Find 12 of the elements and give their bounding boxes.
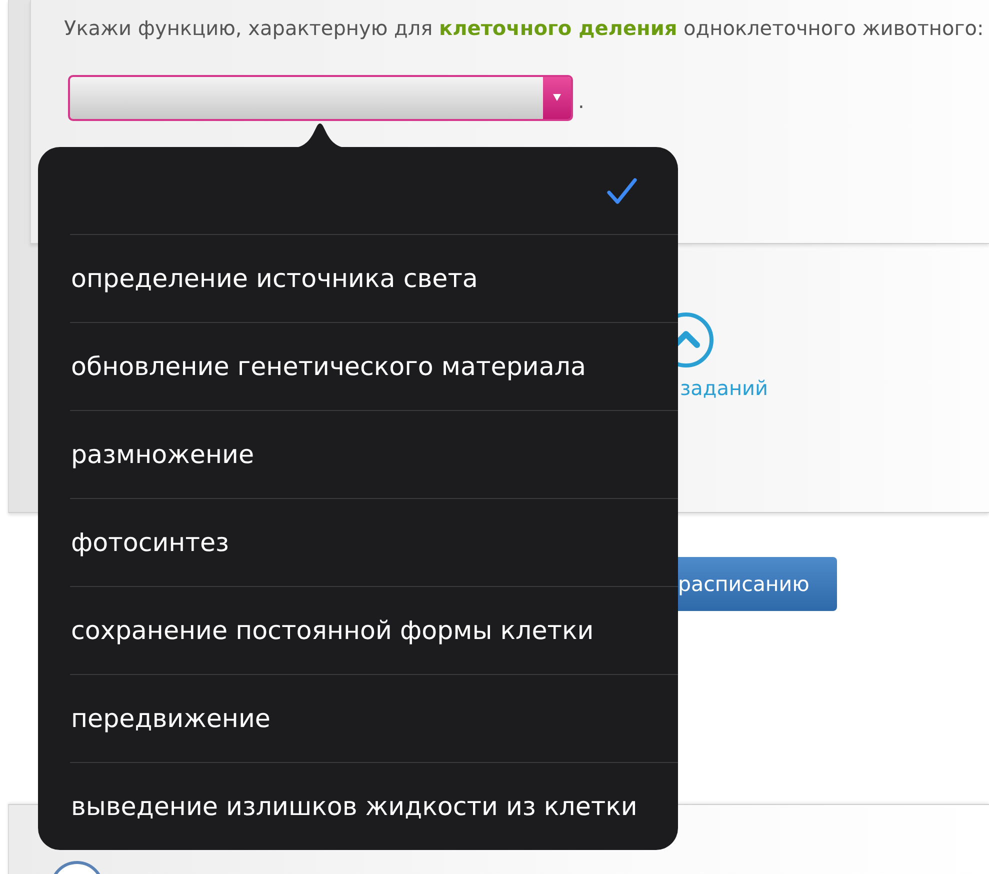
caret-icon[interactable] — [543, 77, 571, 119]
dropdown-option[interactable]: обновление генетического материала — [70, 322, 678, 410]
dropdown-option[interactable]: сохранение постоянной формы клетки — [70, 586, 678, 674]
dropdown-option[interactable]: передвижение — [70, 674, 678, 762]
period-text: . — [578, 91, 584, 111]
checkmark-icon — [606, 176, 638, 204]
dropdown-option[interactable]: размножение — [70, 410, 678, 498]
question-text: Укажи функцию, характерную для клеточного деления одноклеточного животного: — [64, 15, 984, 42]
dropdown-option[interactable]: определение источника света — [70, 234, 678, 322]
dropdown-option[interactable]: фотосинтез — [70, 498, 678, 586]
dropdown-option[interactable]: выведение излишков жидкости из клетки — [70, 762, 678, 850]
answer-select[interactable] — [68, 75, 573, 121]
